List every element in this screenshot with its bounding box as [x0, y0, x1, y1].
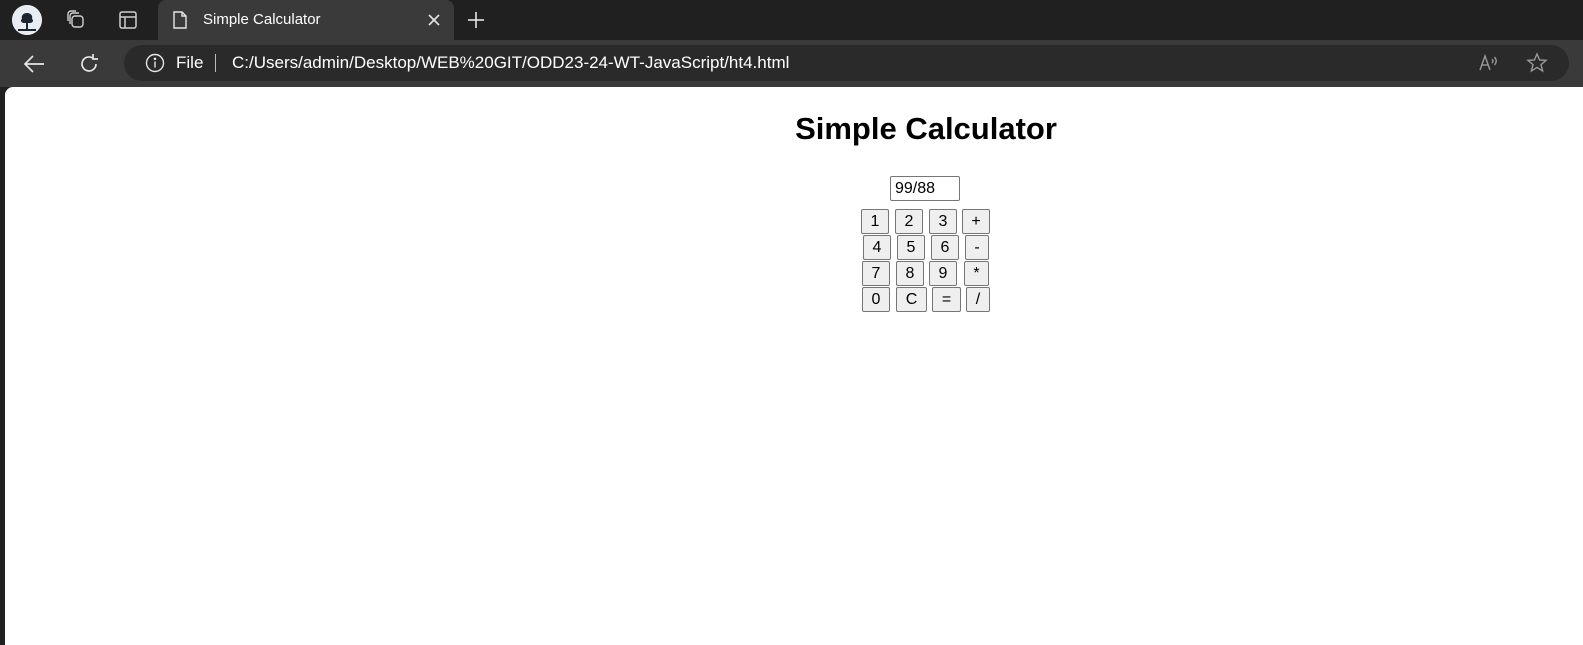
address-bar[interactable]: File C:/Users/admin/Desktop/WEB%20GIT/OD…: [124, 45, 1569, 81]
back-arrow-icon[interactable]: [18, 48, 50, 80]
address-separator: [215, 54, 216, 72]
info-icon[interactable]: [145, 53, 165, 78]
read-aloud-icon[interactable]: [1478, 52, 1500, 79]
site-info-label[interactable]: File: [176, 53, 203, 73]
key-4-button[interactable]: 4: [863, 235, 891, 260]
plus-button[interactable]: +: [962, 209, 990, 234]
key-6-button[interactable]: 6: [931, 235, 959, 260]
key-7-button[interactable]: 7: [862, 261, 890, 286]
tab-strip: Simple Calculator: [0, 0, 1583, 40]
clear-button[interactable]: C: [896, 287, 927, 312]
key-3-button[interactable]: 3: [929, 209, 957, 234]
browser-toolbar: File C:/Users/admin/Desktop/WEB%20GIT/OD…: [0, 40, 1583, 87]
tab-actions-icon[interactable]: [112, 4, 144, 36]
profile-avatar[interactable]: [12, 5, 42, 35]
page-viewport: Simple Calculator 1 2 3 + 4 5 6 - 7 8 9 …: [5, 87, 1583, 645]
equals-button[interactable]: =: [932, 287, 961, 312]
divide-button[interactable]: /: [966, 287, 990, 312]
refresh-icon[interactable]: [73, 48, 105, 80]
tab-title: Simple Calculator: [203, 11, 321, 28]
multiply-button[interactable]: *: [964, 261, 989, 286]
key-9-button[interactable]: 9: [929, 261, 957, 286]
url-text[interactable]: C:/Users/admin/Desktop/WEB%20GIT/ODD23-2…: [232, 53, 789, 73]
plus-icon[interactable]: [462, 6, 490, 34]
key-1-button[interactable]: 1: [861, 209, 889, 234]
calculator-display[interactable]: [890, 176, 960, 201]
key-0-button[interactable]: 0: [862, 287, 890, 312]
page-icon: [172, 11, 188, 34]
page-title: Simple Calculator: [795, 111, 1057, 146]
key-8-button[interactable]: 8: [896, 261, 924, 286]
key-5-button[interactable]: 5: [897, 235, 925, 260]
key-2-button[interactable]: 2: [895, 209, 923, 234]
star-icon[interactable]: [1526, 52, 1548, 79]
close-icon[interactable]: [424, 10, 444, 30]
active-tab[interactable]: Simple Calculator: [158, 0, 454, 40]
workspaces-icon[interactable]: [60, 4, 92, 36]
minus-button[interactable]: -: [965, 235, 989, 260]
